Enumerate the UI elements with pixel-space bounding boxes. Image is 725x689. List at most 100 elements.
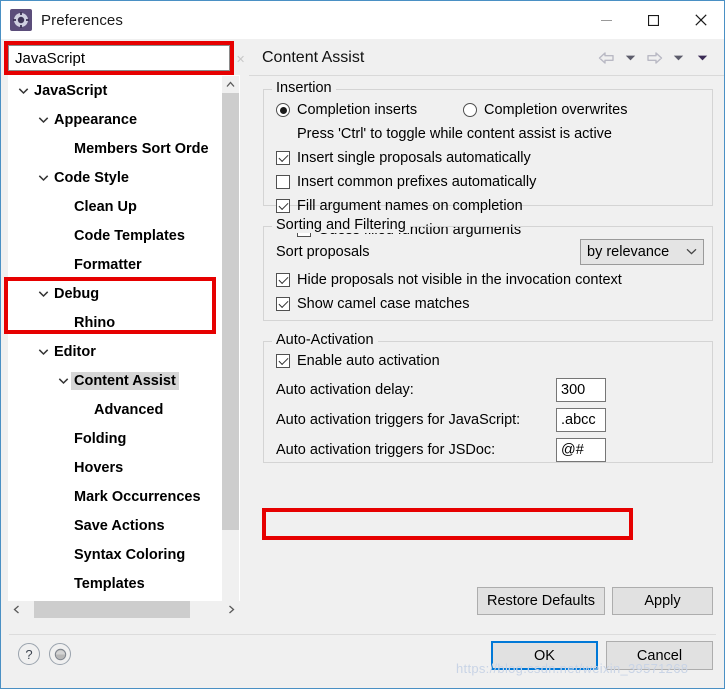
tree-item-label: Rhino [74, 314, 116, 331]
checkbox-label: Show camel case matches [297, 296, 470, 312]
checkbox-enable-auto-activation[interactable]: Enable auto activation [276, 353, 440, 369]
tree-item-label: Debug [54, 285, 100, 302]
tree-item-members-sort-orde[interactable]: Members Sort Orde [9, 134, 223, 163]
tree-item-label: Mark Occurrences [74, 488, 201, 505]
radio-label: Completion overwrites [484, 102, 628, 118]
auto-activation-legend: Auto-Activation [272, 332, 378, 348]
tree-item-label: Clean Up [74, 198, 137, 215]
tree-item-hovers[interactable]: Hovers [9, 453, 223, 482]
scroll-up-button[interactable] [222, 76, 239, 93]
tree-horizontal-scrollbar[interactable] [8, 601, 240, 618]
tree-item-label: Folding [74, 430, 127, 447]
tree-item-syntax-coloring[interactable]: Syntax Coloring [9, 540, 223, 569]
checkbox-label: Insert single proposals automatically [297, 150, 531, 166]
tree-item-code-style[interactable]: Code Style [9, 163, 223, 192]
auto-activation-delay-input[interactable]: 300 [556, 378, 606, 402]
window-controls [583, 1, 724, 39]
radio-indicator [276, 103, 290, 117]
chevron-down-icon [686, 247, 697, 258]
checkbox-indicator [276, 199, 290, 213]
tree-item-label: Content Assist [71, 371, 179, 390]
filter-input[interactable]: JavaScript [8, 45, 230, 71]
restore-defaults-button[interactable]: Restore Defaults [477, 587, 605, 615]
checkbox-fill-argument-names[interactable]: Fill argument names on completion [276, 198, 523, 214]
tree-item-templates[interactable]: Templates [9, 569, 223, 598]
checkbox-indicator [276, 354, 290, 368]
checkbox-show-camel-case-matches[interactable]: Show camel case matches [276, 296, 469, 312]
checkbox-indicator [276, 297, 290, 311]
chevron-down-icon[interactable] [35, 116, 51, 124]
sort-proposals-dropdown[interactable]: by relevance [580, 239, 704, 265]
js-triggers-input[interactable]: .abcc [556, 408, 606, 432]
close-button[interactable] [677, 1, 724, 39]
tree-item-debug[interactable]: Debug [9, 279, 223, 308]
preference-tree[interactable]: JavaScript Appearance Members Sort Orde Cod… [8, 75, 240, 615]
tree-item-mark-occurrences[interactable]: Mark Occurrences [9, 482, 223, 511]
tree-item-clean-up[interactable]: Clean Up [9, 192, 223, 221]
svg-text:✕: ✕ [236, 54, 245, 65]
checkbox-label: Insert common prefixes automatically [297, 174, 537, 190]
scrollbar-thumb[interactable] [222, 93, 239, 530]
forward-history-chevron-down-icon[interactable] [668, 47, 689, 69]
back-history-chevron-down-icon[interactable] [620, 47, 641, 69]
scroll-right-button[interactable] [223, 601, 240, 618]
tree-item-label: Templates [74, 575, 145, 592]
arrow-left-icon[interactable] [596, 47, 617, 69]
maximize-button[interactable] [630, 1, 677, 39]
tree-item-code-templates[interactable]: Code Templates [9, 221, 223, 250]
tree-item-editor[interactable]: Editor [9, 337, 223, 366]
checkbox-insert-common-prefixes[interactable]: Insert common prefixes automatically [276, 174, 536, 190]
minimize-button[interactable] [583, 1, 630, 39]
watermark-text: https://blog.csdn.net/weixin_39571268 [456, 661, 689, 676]
jsdoc-triggers-input[interactable]: @# [556, 438, 606, 462]
chevron-down-icon[interactable] [15, 87, 31, 95]
checkbox-label: Hide proposals not visible in the invoca… [297, 272, 622, 288]
checkbox-indicator [276, 273, 290, 287]
tree-item-save-actions[interactable]: Save Actions [9, 511, 223, 540]
tree-item-folding[interactable]: Folding [9, 424, 223, 453]
auto-activation-group: Auto-Activation Enable auto activation A… [263, 332, 713, 463]
tree-item-content-assist[interactable]: Content Assist [9, 366, 223, 395]
annotation-box-js-triggers [262, 508, 633, 540]
tree-item-label: JavaScript [34, 82, 108, 99]
chevron-down-icon[interactable] [35, 348, 51, 356]
checkbox-insert-single-proposals[interactable]: Insert single proposals automatically [276, 150, 531, 166]
preferences-dialog: Preferences JavaScript ✕ JavaScript Appe… [0, 0, 725, 689]
arrow-right-icon[interactable] [644, 47, 665, 69]
shell-icon[interactable] [49, 643, 71, 665]
tree-item-formatter[interactable]: Formatter [9, 250, 223, 279]
insertion-legend: Insertion [272, 80, 336, 96]
sorting-filtering-group: Sorting and Filtering Sort proposals by … [263, 217, 713, 321]
apply-button[interactable]: Apply [612, 587, 713, 615]
title-bar: Preferences [1, 1, 724, 39]
question-mark-icon[interactable]: ? [18, 643, 40, 665]
scroll-left-button[interactable] [8, 601, 25, 618]
tree-item-appearance[interactable]: Appearance [9, 105, 223, 134]
tree-item-javascript[interactable]: JavaScript [9, 76, 223, 105]
insertion-hint-text: Press 'Ctrl' to toggle while content ass… [297, 126, 612, 142]
tree-item-rhino[interactable]: Rhino [9, 308, 223, 337]
chevron-down-icon[interactable] [55, 377, 71, 385]
tree-item-label: Syntax Coloring [74, 546, 186, 563]
scrollbar-thumb-horizontal[interactable] [34, 601, 190, 618]
radio-completion-overwrites[interactable]: Completion overwrites [463, 102, 627, 118]
checkbox-hide-proposals-not-visible[interactable]: Hide proposals not visible in the invoca… [276, 272, 622, 288]
checkbox-label: Enable auto activation [297, 353, 440, 369]
insertion-group: Insertion Completion inserts Completion … [263, 80, 713, 238]
page-nav-buttons [596, 47, 724, 69]
clear-icon[interactable]: ✕ [234, 45, 248, 71]
auto-activation-delay-label: Auto activation delay: [276, 382, 414, 398]
radio-completion-inserts[interactable]: Completion inserts [276, 102, 417, 118]
tree-item-label: Members Sort Orde [74, 140, 209, 157]
sort-proposals-value: by relevance [587, 244, 670, 260]
chevron-down-icon[interactable] [35, 174, 51, 182]
gear-icon [10, 9, 32, 31]
view-menu-chevron-down-icon[interactable] [692, 47, 713, 69]
tree-vertical-scrollbar[interactable] [222, 76, 239, 614]
chevron-down-icon[interactable] [35, 290, 51, 298]
tree-item-label: Code Style [54, 169, 129, 186]
sorting-legend: Sorting and Filtering [272, 217, 410, 233]
checkbox-indicator [276, 175, 290, 189]
tree-item-advanced[interactable]: Advanced [9, 395, 223, 424]
page-header: Content Assist [249, 41, 724, 76]
